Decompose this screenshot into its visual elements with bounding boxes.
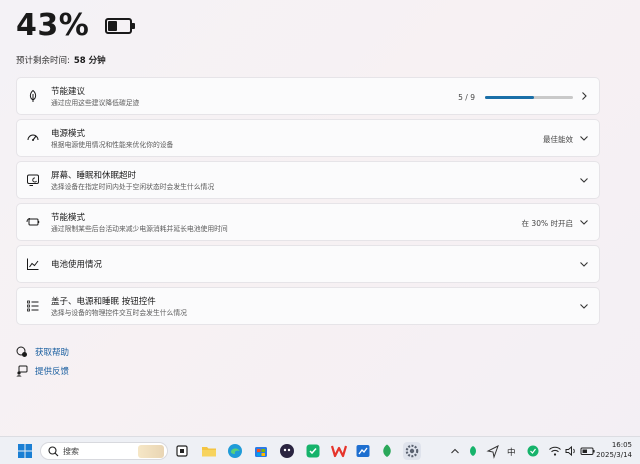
get-help-label: 获取帮助 <box>35 348 70 358</box>
search-placeholder: 搜索 <box>63 447 79 456</box>
taskbar-clock[interactable]: 16:05 2025/3/14 <box>596 440 632 460</box>
feedback-icon <box>16 365 28 377</box>
chevron-down-icon <box>580 304 588 309</box>
progress-fill <box>485 96 534 99</box>
ime-indicator[interactable]: 中 <box>507 446 516 458</box>
location-arrow-icon[interactable] <box>486 442 500 460</box>
wps-office-icon[interactable] <box>330 442 348 460</box>
card-title: 节能模式 <box>51 213 86 223</box>
battery-icon <box>105 18 136 34</box>
energy-saver-value: 在 30% 时开启 <box>521 219 573 228</box>
power-mode-icon <box>27 134 39 141</box>
app-leaf-icon[interactable] <box>378 442 396 460</box>
search-icon <box>48 446 59 457</box>
volume-icon[interactable] <box>564 442 578 460</box>
power-mode-value: 最佳能效 <box>543 135 573 144</box>
card-title: 电源模式 <box>51 129 86 139</box>
card-energy-saver[interactable]: 节能模式 通过限制某些后台活动来减少电源消耗并延长电池使用时间 在 30% 时开… <box>16 203 600 241</box>
give-feedback-label: 提供反馈 <box>35 367 70 377</box>
chevron-down-icon <box>580 178 588 183</box>
card-power-mode[interactable]: 电源模式 根据电源使用情况和性能来优化你的设备 最佳能效 <box>16 119 600 157</box>
progress-text: 5 / 9 <box>458 93 475 102</box>
app-green-icon[interactable] <box>304 442 322 460</box>
list-settings-icon <box>27 300 39 312</box>
battery-tray-icon[interactable] <box>580 442 596 460</box>
chevron-down-icon <box>580 262 588 267</box>
screen-sleep-icon <box>27 174 39 186</box>
give-feedback-link[interactable]: 提供反馈 <box>16 365 69 377</box>
app-blue-chart-icon[interactable] <box>354 442 372 460</box>
remaining-time-value: 58 分钟 <box>73 56 106 66</box>
tray-green-app-icon[interactable] <box>466 442 480 460</box>
remaining-time: 预计剩余时间: 58 分钟 <box>16 54 106 66</box>
battery-saver-icon <box>26 218 40 226</box>
battery-header: 43% <box>16 8 136 44</box>
battery-percent: 43% <box>16 8 90 43</box>
clock-date: 2025/3/14 <box>596 451 632 459</box>
card-screen-sleep-timeout[interactable]: 屏幕、睡眠和休眠超时 选择设备在指定时间内处于空闲状态时会发生什么情况 <box>16 161 600 199</box>
recommendation-progress: 5 / 9 <box>458 93 573 102</box>
windows-start-icon[interactable] <box>16 442 34 460</box>
chevron-down-icon <box>580 220 588 225</box>
tray-wechat-icon[interactable] <box>526 442 540 460</box>
card-subtitle: 通过限制某些后台活动来减少电源消耗并延长电池使用时间 <box>51 225 228 233</box>
taskbar: 搜索 中 16:05 2025/3/14 <box>0 436 640 464</box>
wifi-icon[interactable] <box>548 442 562 460</box>
card-title: 屏幕、睡眠和休眠超时 <box>51 171 137 181</box>
get-help-link[interactable]: 获取帮助 <box>16 346 69 358</box>
remaining-time-label: 预计剩余时间: <box>16 56 70 66</box>
task-view-icon[interactable] <box>174 442 192 460</box>
chevron-up-icon[interactable] <box>450 442 460 460</box>
card-energy-recommendations[interactable]: 节能建议 通过应用这些建议降低碳足迹 5 / 9 <box>16 77 600 115</box>
progress-track <box>485 96 573 99</box>
taskbar-search-box[interactable]: 搜索 <box>40 442 168 460</box>
help-chat-icon <box>16 346 27 357</box>
card-title: 节能建议 <box>51 87 86 97</box>
search-highlight-image <box>138 445 164 458</box>
card-subtitle: 选择与设备的物理控件交互时会发生什么情况 <box>51 309 187 317</box>
card-battery-usage[interactable]: 电池使用情况 <box>16 245 600 283</box>
chart-line-icon <box>27 258 39 270</box>
app-dark-circle-icon[interactable] <box>278 442 296 460</box>
card-title: 电池使用情况 <box>51 260 103 270</box>
edge-browser-icon[interactable] <box>226 442 244 460</box>
settings-battery-page: 43% 预计剩余时间: 58 分钟 节能建议 通过应用这些建议降低碳足迹 5 / … <box>0 0 640 436</box>
file-explorer-icon[interactable] <box>200 442 218 460</box>
ms-store-icon[interactable] <box>252 442 270 460</box>
card-title: 盖子、电源和睡眠 按钮控件 <box>51 297 156 307</box>
chevron-down-icon <box>580 136 588 141</box>
card-subtitle: 选择设备在指定时间内处于空闲状态时会发生什么情况 <box>51 183 215 191</box>
card-lid-power-buttons[interactable]: 盖子、电源和睡眠 按钮控件 选择与设备的物理控件交互时会发生什么情况 <box>16 287 600 325</box>
clock-time: 16:05 <box>611 441 632 449</box>
card-subtitle: 通过应用这些建议降低碳足迹 <box>51 99 140 107</box>
settings-gear-icon[interactable] <box>403 442 421 460</box>
card-subtitle: 根据电源使用情况和性能来优化你的设备 <box>51 141 174 149</box>
leaf-icon <box>29 89 37 102</box>
chevron-right-icon <box>582 92 587 100</box>
